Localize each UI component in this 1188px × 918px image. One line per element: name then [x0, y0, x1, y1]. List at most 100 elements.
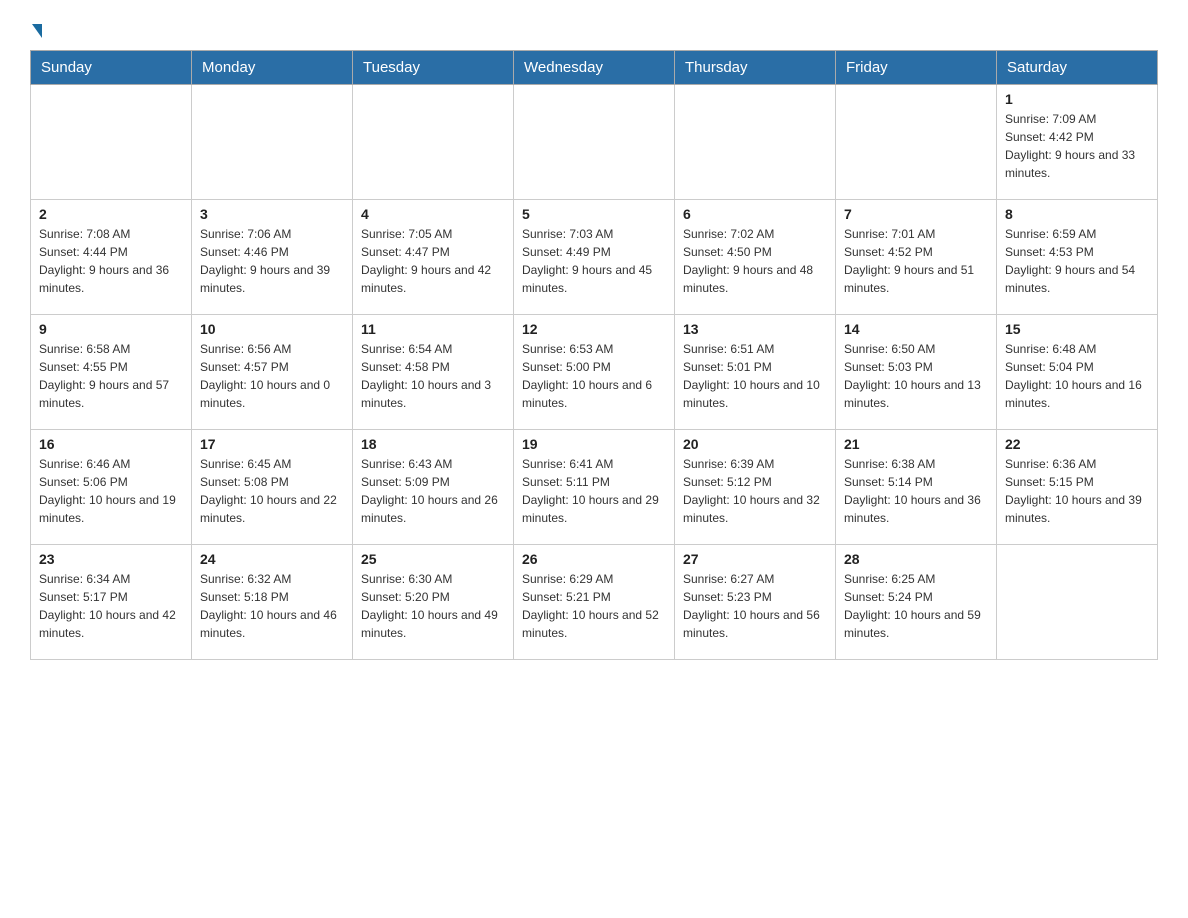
calendar-cell [31, 85, 192, 200]
calendar-cell: 27 Sunrise: 6:27 AM Sunset: 5:23 PM Dayli… [675, 545, 836, 660]
calendar-cell [192, 85, 353, 200]
day-number: 13 [683, 321, 827, 337]
calendar-cell: 5 Sunrise: 7:03 AM Sunset: 4:49 PM Daylig… [514, 200, 675, 315]
day-number: 14 [844, 321, 988, 337]
day-info: Sunrise: 6:32 AM Sunset: 5:18 PM Dayligh… [200, 570, 344, 642]
day-info: Sunrise: 6:59 AM Sunset: 4:53 PM Dayligh… [1005, 225, 1149, 297]
day-number: 26 [522, 551, 666, 567]
day-number: 22 [1005, 436, 1149, 452]
day-info: Sunrise: 6:36 AM Sunset: 5:15 PM Dayligh… [1005, 455, 1149, 527]
day-info: Sunrise: 7:06 AM Sunset: 4:46 PM Dayligh… [200, 225, 344, 297]
calendar-cell: 8 Sunrise: 6:59 AM Sunset: 4:53 PM Daylig… [997, 200, 1158, 315]
calendar-cell: 3 Sunrise: 7:06 AM Sunset: 4:46 PM Daylig… [192, 200, 353, 315]
day-of-week-header: Wednesday [514, 51, 675, 85]
day-number: 6 [683, 206, 827, 222]
day-info: Sunrise: 7:01 AM Sunset: 4:52 PM Dayligh… [844, 225, 988, 297]
calendar-cell: 19 Sunrise: 6:41 AM Sunset: 5:11 PM Dayli… [514, 430, 675, 545]
day-number: 4 [361, 206, 505, 222]
calendar-table: SundayMondayTuesdayWednesdayThursdayFrid… [30, 50, 1158, 660]
calendar-cell: 7 Sunrise: 7:01 AM Sunset: 4:52 PM Daylig… [836, 200, 997, 315]
day-number: 20 [683, 436, 827, 452]
day-info: Sunrise: 6:41 AM Sunset: 5:11 PM Dayligh… [522, 455, 666, 527]
calendar-cell: 11Sunrise: 6:54 AM Sunset: 4:58 PM Dayli… [353, 315, 514, 430]
calendar-cell: 28 Sunrise: 6:25 AM Sunset: 5:24 PM Dayli… [836, 545, 997, 660]
calendar-week-row: 2Sunrise: 7:08 AM Sunset: 4:44 PM Daylig… [31, 200, 1158, 315]
day-info: Sunrise: 6:39 AM Sunset: 5:12 PM Dayligh… [683, 455, 827, 527]
calendar-cell: 21 Sunrise: 6:38 AM Sunset: 5:14 PM Dayli… [836, 430, 997, 545]
day-number: 23 [39, 551, 183, 567]
page-header [30, 20, 1158, 34]
calendar-cell: 13 Sunrise: 6:51 AM Sunset: 5:01 PM Dayli… [675, 315, 836, 430]
day-number: 7 [844, 206, 988, 222]
day-info: Sunrise: 6:29 AM Sunset: 5:21 PM Dayligh… [522, 570, 666, 642]
calendar-week-row: 16 Sunrise: 6:46 AM Sunset: 5:06 PM Dayli… [31, 430, 1158, 545]
calendar-cell: 20 Sunrise: 6:39 AM Sunset: 5:12 PM Dayli… [675, 430, 836, 545]
calendar-cell: 25 Sunrise: 6:30 AM Sunset: 5:20 PM Dayli… [353, 545, 514, 660]
day-info: Sunrise: 6:58 AM Sunset: 4:55 PM Dayligh… [39, 340, 183, 412]
calendar-cell: 15 Sunrise: 6:48 AM Sunset: 5:04 PM Dayli… [997, 315, 1158, 430]
calendar-week-row: 23 Sunrise: 6:34 AM Sunset: 5:17 PM Dayli… [31, 545, 1158, 660]
day-of-week-header: Saturday [997, 51, 1158, 85]
day-info: Sunrise: 6:56 AM Sunset: 4:57 PM Dayligh… [200, 340, 344, 412]
calendar-cell: 9 Sunrise: 6:58 AM Sunset: 4:55 PM Daylig… [31, 315, 192, 430]
day-info: Sunrise: 6:48 AM Sunset: 5:04 PM Dayligh… [1005, 340, 1149, 412]
day-number: 27 [683, 551, 827, 567]
day-info: Sunrise: 6:43 AM Sunset: 5:09 PM Dayligh… [361, 455, 505, 527]
day-info: Sunrise: 7:09 AM Sunset: 4:42 PM Dayligh… [1005, 110, 1149, 182]
day-info: Sunrise: 6:51 AM Sunset: 5:01 PM Dayligh… [683, 340, 827, 412]
logo-arrow-icon [32, 24, 42, 38]
day-of-week-header: Sunday [31, 51, 192, 85]
day-info: Sunrise: 7:05 AM Sunset: 4:47 PM Dayligh… [361, 225, 505, 297]
day-number: 19 [522, 436, 666, 452]
calendar-cell: 23 Sunrise: 6:34 AM Sunset: 5:17 PM Dayli… [31, 545, 192, 660]
calendar-cell [675, 85, 836, 200]
calendar-cell [997, 545, 1158, 660]
day-info: Sunrise: 6:34 AM Sunset: 5:17 PM Dayligh… [39, 570, 183, 642]
day-info: Sunrise: 6:50 AM Sunset: 5:03 PM Dayligh… [844, 340, 988, 412]
day-info: Sunrise: 6:30 AM Sunset: 5:20 PM Dayligh… [361, 570, 505, 642]
calendar-cell: 4 Sunrise: 7:05 AM Sunset: 4:47 PM Daylig… [353, 200, 514, 315]
day-info: Sunrise: 6:27 AM Sunset: 5:23 PM Dayligh… [683, 570, 827, 642]
day-number: 25 [361, 551, 505, 567]
calendar-cell: 22 Sunrise: 6:36 AM Sunset: 5:15 PM Dayli… [997, 430, 1158, 545]
day-number: 10 [200, 321, 344, 337]
calendar-cell: 18 Sunrise: 6:43 AM Sunset: 5:09 PM Dayli… [353, 430, 514, 545]
calendar-week-row: 1 Sunrise: 7:09 AM Sunset: 4:42 PM Daylig… [31, 85, 1158, 200]
calendar-cell: 16 Sunrise: 6:46 AM Sunset: 5:06 PM Dayli… [31, 430, 192, 545]
day-number: 11 [361, 321, 505, 337]
logo [30, 20, 42, 34]
calendar-cell: 14 Sunrise: 6:50 AM Sunset: 5:03 PM Dayli… [836, 315, 997, 430]
day-number: 21 [844, 436, 988, 452]
calendar-cell [353, 85, 514, 200]
calendar-week-row: 9 Sunrise: 6:58 AM Sunset: 4:55 PM Daylig… [31, 315, 1158, 430]
day-of-week-header: Friday [836, 51, 997, 85]
day-number: 3 [200, 206, 344, 222]
day-number: 16 [39, 436, 183, 452]
day-number: 17 [200, 436, 344, 452]
day-info: Sunrise: 6:45 AM Sunset: 5:08 PM Dayligh… [200, 455, 344, 527]
day-number: 5 [522, 206, 666, 222]
calendar-cell: 24 Sunrise: 6:32 AM Sunset: 5:18 PM Dayli… [192, 545, 353, 660]
day-of-week-header: Thursday [675, 51, 836, 85]
day-number: 1 [1005, 91, 1149, 107]
calendar-cell: 12Sunrise: 6:53 AM Sunset: 5:00 PM Dayli… [514, 315, 675, 430]
day-info: Sunrise: 6:25 AM Sunset: 5:24 PM Dayligh… [844, 570, 988, 642]
day-of-week-header: Tuesday [353, 51, 514, 85]
day-info: Sunrise: 7:03 AM Sunset: 4:49 PM Dayligh… [522, 225, 666, 297]
day-number: 24 [200, 551, 344, 567]
day-of-week-header: Monday [192, 51, 353, 85]
day-number: 28 [844, 551, 988, 567]
day-info: Sunrise: 6:46 AM Sunset: 5:06 PM Dayligh… [39, 455, 183, 527]
day-info: Sunrise: 6:38 AM Sunset: 5:14 PM Dayligh… [844, 455, 988, 527]
day-number: 8 [1005, 206, 1149, 222]
calendar-cell: 17 Sunrise: 6:45 AM Sunset: 5:08 PM Dayli… [192, 430, 353, 545]
day-info: Sunrise: 6:53 AM Sunset: 5:00 PM Dayligh… [522, 340, 666, 412]
calendar-header-row: SundayMondayTuesdayWednesdayThursdayFrid… [31, 51, 1158, 85]
day-number: 18 [361, 436, 505, 452]
calendar-cell: 1 Sunrise: 7:09 AM Sunset: 4:42 PM Daylig… [997, 85, 1158, 200]
calendar-cell [836, 85, 997, 200]
day-info: Sunrise: 7:08 AM Sunset: 4:44 PM Dayligh… [39, 225, 183, 297]
calendar-cell: 2Sunrise: 7:08 AM Sunset: 4:44 PM Daylig… [31, 200, 192, 315]
day-number: 9 [39, 321, 183, 337]
day-number: 15 [1005, 321, 1149, 337]
